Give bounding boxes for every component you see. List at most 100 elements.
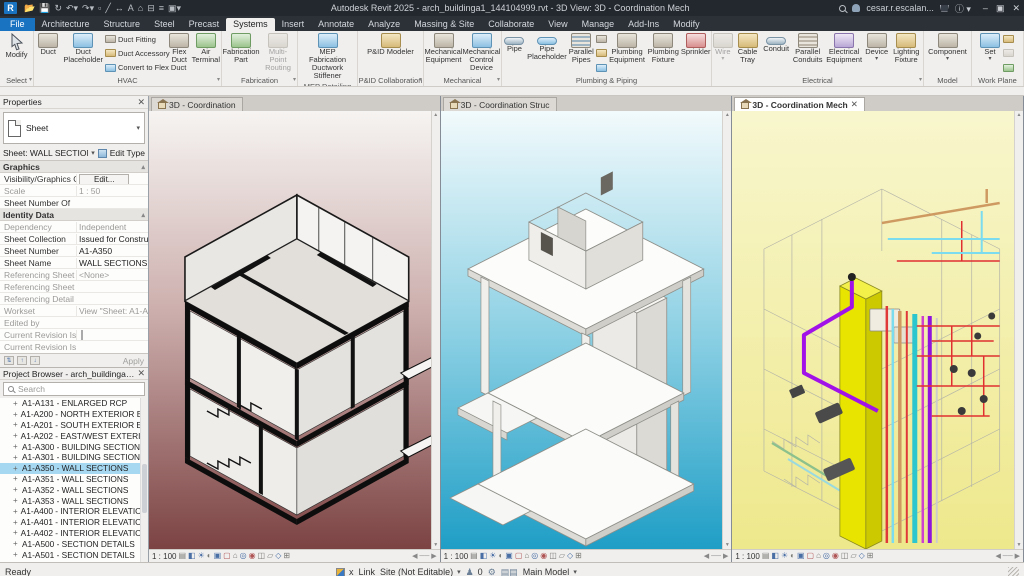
sort-alpha-icon[interactable]: ⇅ xyxy=(4,356,14,365)
aligned-dimension-icon[interactable]: ↔ xyxy=(115,3,124,13)
measure-icon[interactable]: ╱ xyxy=(105,3,110,13)
sheet-item-selected[interactable]: + A1-A350 - WALL SECTIONS xyxy=(0,462,148,474)
pipe-button[interactable]: Pipe xyxy=(503,32,526,75)
view-scale[interactable]: 1 : 100 xyxy=(152,552,176,561)
shadows-icon[interactable]: ◐ xyxy=(790,552,795,560)
sort-asc-icon[interactable]: ↑ xyxy=(17,356,27,365)
unlocked-view-icon[interactable]: ⌂ xyxy=(524,552,529,560)
thin-lines-icon[interactable]: ≡ xyxy=(159,3,164,13)
design-options-icon[interactable]: ⚙ xyxy=(488,567,496,576)
conduit-button[interactable]: Conduit xyxy=(762,32,790,75)
apply-button[interactable]: Apply xyxy=(123,356,144,366)
temporary-hide-isolate-icon[interactable]: ◎ xyxy=(823,552,830,560)
crop-view-icon[interactable]: ▣ xyxy=(797,552,805,560)
detail-level-icon[interactable]: ▤ xyxy=(762,552,770,560)
flex-pipe-button[interactable] xyxy=(595,61,608,74)
displacement-sets-icon[interactable]: ◇ xyxy=(567,552,573,560)
panel-label-hvac[interactable]: HVAC ▾ xyxy=(34,75,221,86)
electrical-equipment-button[interactable]: Electrical Equipment xyxy=(825,32,862,75)
vg-edit-button[interactable]: Edit... xyxy=(79,173,130,184)
temporary-view-properties-icon[interactable]: ◫ xyxy=(258,552,266,560)
browser-search-box[interactable]: Search xyxy=(3,382,145,396)
show-crop-region-icon[interactable]: ▢ xyxy=(515,552,523,560)
panel-label-model[interactable]: Model xyxy=(924,75,971,86)
detail-level-icon[interactable]: ▤ xyxy=(470,552,478,560)
sheet-item[interactable]: + A1-A501 - SECTION DETAILS xyxy=(0,549,148,560)
default-3d-view-icon[interactable]: ⌂ xyxy=(138,3,143,13)
undo-icon[interactable]: ↶▾ xyxy=(66,3,78,13)
detail-level-icon[interactable]: ▤ xyxy=(178,552,186,560)
viewport3-hscrollbar[interactable]: ◀ ── ▶ xyxy=(995,552,1020,560)
type-selector[interactable]: Sheet ▾ xyxy=(3,112,145,144)
current-revision-checkbox[interactable] xyxy=(81,329,83,340)
help-button[interactable]: ⓘ ▾ xyxy=(955,2,971,15)
duct-placeholder-button[interactable]: Duct Placeholder xyxy=(62,32,104,75)
sync-icon[interactable]: ↻ xyxy=(54,3,62,13)
shadows-icon[interactable]: ◐ xyxy=(207,552,212,560)
pid-modeler-button[interactable]: P&ID Modeler xyxy=(366,32,416,75)
cable-tray-button[interactable]: Cable Tray xyxy=(734,32,762,75)
sun-path-icon[interactable]: ☀ xyxy=(489,552,496,560)
show-work-plane-button[interactable] xyxy=(1003,33,1017,46)
sheet-item[interactable]: +A1-A202 - EAST/WEST EXTERIOR ELEVAT xyxy=(0,430,148,441)
viewport1-vscrollbar[interactable]: ▲ ▼ xyxy=(430,111,440,549)
tab-insert[interactable]: Insert xyxy=(275,18,312,31)
tab-massing-site[interactable]: Massing & Site xyxy=(407,18,481,31)
displacement-sets-icon[interactable]: ◇ xyxy=(275,552,281,560)
sheet-item[interactable]: + A1-A401 - INTERIOR ELEVATIONS xyxy=(0,517,148,528)
sort-desc-icon[interactable]: ↓ xyxy=(30,356,40,365)
reveal-hidden-elements-icon[interactable]: ◉ xyxy=(832,552,839,560)
redo-icon[interactable]: ↷▾ xyxy=(82,3,94,13)
print-icon[interactable]: ▫ xyxy=(98,3,101,13)
sheet-item[interactable]: +A1-A200 - NORTH EXTERIOR ELEVATION xyxy=(0,409,148,420)
plumbing-equipment-button[interactable]: Plumbing Equipment xyxy=(609,32,645,75)
shadows-icon[interactable]: ◐ xyxy=(498,552,503,560)
reveal-constraints-icon[interactable]: ⊞ xyxy=(867,552,874,560)
temporary-view-properties-icon[interactable]: ◫ xyxy=(841,552,849,560)
browser-scrollbar[interactable] xyxy=(140,398,148,562)
panel-label-plumbing[interactable]: Plumbing & Piping xyxy=(502,75,711,86)
viewport2-vscrollbar[interactable]: ▲ ▼ xyxy=(722,111,732,549)
plumbing-fixture-button[interactable]: Plumbing Fixture xyxy=(646,32,680,75)
sheet-item[interactable]: + A1-A131 - ENLARGED RCP xyxy=(0,398,148,409)
crop-view-icon[interactable]: ▣ xyxy=(505,552,513,560)
duct-fitting-button[interactable]: Duct Fitting xyxy=(104,33,167,46)
design-options-control[interactable]: Main Model ▾ xyxy=(523,567,577,576)
panel-label-work-plane[interactable]: Work Plane xyxy=(972,75,1023,86)
duct-button[interactable]: Duct xyxy=(35,32,61,75)
panel-label-mechanical[interactable]: Mechanical ▾ xyxy=(424,75,501,86)
panel-label-mep-detailing[interactable]: MEP Detailing xyxy=(298,81,357,86)
fabrication-part-button[interactable]: Fabrication Part xyxy=(222,32,260,75)
tab-modify[interactable]: Modify xyxy=(666,18,707,31)
sheet-name-field[interactable]: WALL SECTIONS xyxy=(76,257,148,268)
visual-style-icon[interactable]: ◧ xyxy=(188,552,196,560)
analytical-model-icon[interactable]: ▱ xyxy=(267,552,273,560)
air-terminal-button[interactable]: Air Terminal xyxy=(192,32,220,75)
app-store-icon[interactable] xyxy=(939,4,949,12)
panel-label-select[interactable]: Select ▾ xyxy=(0,75,33,86)
pipe-accessory-button[interactable] xyxy=(595,47,608,60)
mep-fabrication-ductwork-stiffener-button[interactable]: MEP Fabrication Ductwork Stiffener xyxy=(300,32,356,81)
viewport3-vscrollbar[interactable]: ▲ ▼ xyxy=(1014,111,1024,549)
sheet-item[interactable]: +A1-A201 - SOUTH EXTERIOR ELEVATION xyxy=(0,420,148,431)
section-icon[interactable]: ⊟ xyxy=(147,3,155,13)
viewport1-hscrollbar[interactable]: ◀ ── ▶ xyxy=(412,552,437,560)
parallel-pipes-button[interactable]: Parallel Pipes xyxy=(568,32,595,75)
crop-view-icon[interactable]: ▣ xyxy=(214,552,222,560)
reveal-constraints-icon[interactable]: ⊞ xyxy=(283,552,290,560)
open-icon[interactable]: 📂 xyxy=(24,3,35,13)
canvas-3d-coordination[interactable]: ▲ ▼ xyxy=(149,111,440,549)
worksets-control[interactable]: x_Link_Site (Not Editable) ▾ xyxy=(336,567,461,576)
canvas-3d-coordination-struc[interactable]: ▲ ▼ xyxy=(440,111,732,549)
sprinkler-button[interactable]: Sprinkler xyxy=(681,32,710,75)
duct-accessory-button[interactable]: Duct Accessory xyxy=(104,47,170,60)
sheet-item[interactable]: + A1-A402 - INTERIOR ELEVATIONS xyxy=(0,528,148,539)
switch-windows-icon[interactable]: ▣▾ xyxy=(168,3,181,13)
convert-to-flex-duct-button[interactable]: Convert to Flex Duct xyxy=(104,61,186,74)
tab-precast[interactable]: Precast xyxy=(182,18,227,31)
sheet-item[interactable]: +A1-A502 - SECTION DETAILS xyxy=(0,560,148,562)
mechanical-control-device-button[interactable]: Mechanical Control Device xyxy=(463,32,500,75)
sheet-item[interactable]: + A1-A351 - WALL SECTIONS xyxy=(0,474,148,485)
tab-manage[interactable]: Manage xyxy=(575,18,622,31)
viewport2-hscrollbar[interactable]: ◀ ── ▶ xyxy=(704,552,729,560)
